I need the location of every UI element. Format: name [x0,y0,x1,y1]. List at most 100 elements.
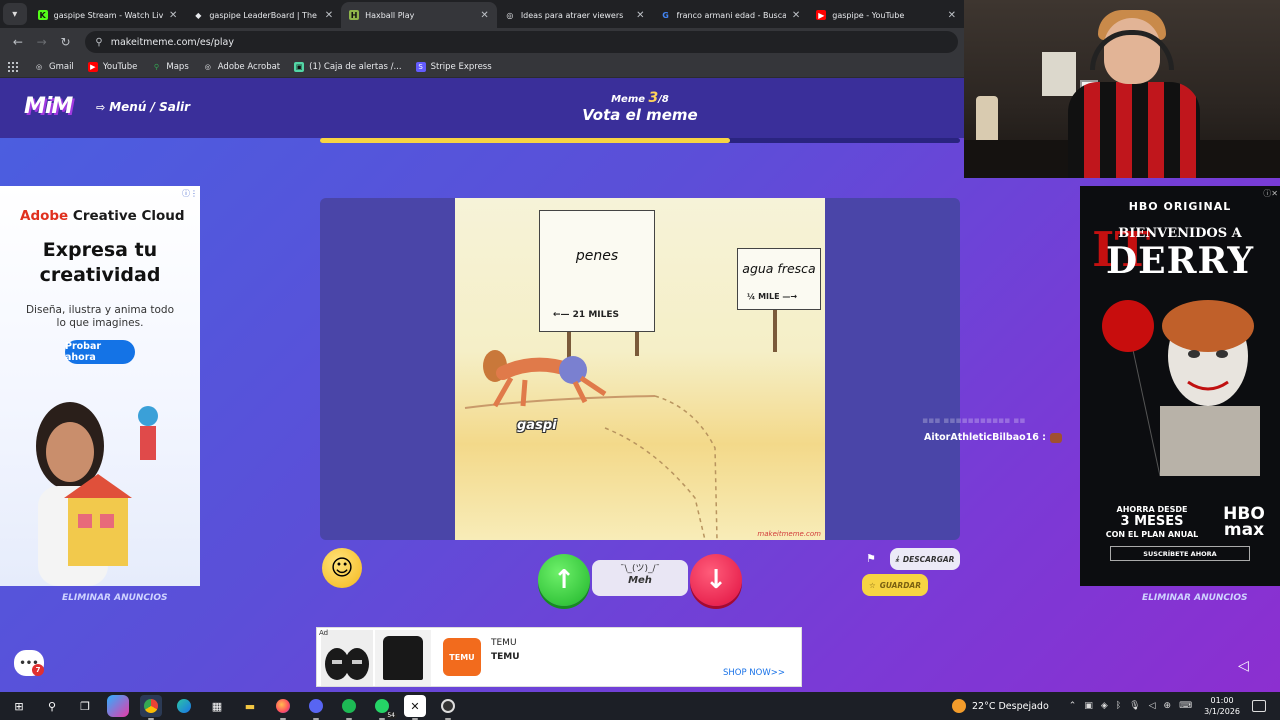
close-icon[interactable]: ✕ [480,10,488,21]
clock[interactable]: 01:00 3/1/2026 [1204,695,1240,717]
ad-choices-icon[interactable]: ⓘ⋮ [182,188,198,199]
save-button[interactable]: ☆ GUARDAR [862,574,928,596]
windows-taskbar: ⊞ ⚲ ❐ ▦ ▬ 54 ✕ 22°C Despejado ⌃ ▣ ◈ ᛒ 🎙 … [0,692,1280,720]
ad-subtext: Diseña, ilustra y anima todo lo que imag… [25,304,175,329]
weather-text[interactable]: 22°C Despejado [972,701,1049,712]
tab-youtube[interactable]: ▶ gaspipe - YouTube ✕ [808,2,964,28]
apps-grid-icon[interactable] [8,61,18,72]
desk-lamp [976,96,998,146]
tab-title: gaspipe Stream - Watch Live on [53,10,163,20]
spotify-icon[interactable] [338,695,360,720]
edge-icon[interactable] [173,695,195,717]
bookmark-stripe[interactable]: S Stripe Express [415,61,492,72]
site-info-icon[interactable]: ⚲ [95,37,102,48]
meme-prefix: Meme [611,94,646,105]
microphone-icon[interactable]: 🎙 [1129,701,1140,711]
edge-logo-icon [177,699,191,713]
temu-banner-ad[interactable]: Ad TEMU TEMU TEMU SHOP NOW>> [316,627,802,687]
address-bar[interactable]: ⚲ makeitmeme.com/es/play [85,31,959,53]
network-icon[interactable]: ⊕ [1164,701,1172,711]
whatsapp-logo-icon [375,699,389,713]
globe-icon: ◎ [506,10,514,20]
forward-arrow-icon[interactable]: → [30,30,54,54]
volume-icon[interactable]: ◁ [1149,701,1156,711]
streamer-webcam [964,0,1280,178]
meme-counter: Meme 3/8 [560,90,720,106]
download-button[interactable]: ⤓ DESCARGAR [890,548,960,570]
downvote-button[interactable]: ↓ [690,554,742,606]
obs-icon[interactable] [437,695,459,720]
tray-app-icon[interactable]: ◈ [1101,701,1108,711]
tab-ideas[interactable]: ◎ Ideas para atraer viewers ✕ [497,2,653,28]
mim-logo[interactable]: MiM [24,94,73,119]
keyboard-icon[interactable]: ⌨ [1179,701,1192,711]
tab-haxball[interactable]: H Haxball Play ✕ [341,2,497,28]
menu-label: Menú / Salir [109,100,191,114]
emoji-reaction-button[interactable]: ☺ [322,548,362,588]
bookmark-youtube[interactable]: ▶ YouTube [87,61,137,72]
chrome-logo-icon [144,699,158,713]
ad-cta-button[interactable]: Probar ahora [65,340,135,364]
tab-google-search[interactable]: G franco armani edad - Buscar con ✕ [653,2,809,28]
tab-search-button[interactable]: ▾ [3,3,27,25]
upvote-button[interactable]: ↑ [538,554,590,606]
back-arrow-icon[interactable]: ← [6,30,30,54]
windows-start-icon[interactable]: ⊞ [8,695,30,717]
weather-icon[interactable] [951,699,966,713]
bookmark-gmail[interactable]: ◎ Gmail [34,62,74,72]
tab-leaderboard[interactable]: ◆ gaspipe LeaderBoard | The best ✕ [185,2,341,28]
remove-ads-left-link[interactable]: ELIMINAR ANUNCIOS [62,593,168,603]
firefox-icon[interactable] [272,695,294,720]
adobe-ad[interactable]: ⓘ⋮ Adobe Creative Cloud Expresa tu creat… [0,186,200,586]
close-icon[interactable]: ✕ [636,10,644,21]
meme-caption: gaspi [517,418,557,433]
store-icon[interactable]: ▦ [206,695,228,717]
obs-logo-icon [441,699,455,713]
download-label: DESCARGAR [902,554,955,564]
bookmark-maps[interactable]: ⚲ Maps [151,61,189,72]
discord-icon[interactable] [305,695,327,720]
bookmark-label: Gmail [49,61,74,72]
ad-brand: Adobe Creative Cloud [20,208,185,224]
report-flag-icon[interactable]: ⚑ [866,552,876,565]
clock-time: 01:00 [1210,696,1234,705]
vote-timer-fill [320,138,730,143]
ad-derry: DERRY [1105,240,1255,282]
bookmark-acrobat[interactable]: ◎ Adobe Acrobat [203,62,280,72]
task-view-icon[interactable]: ❐ [74,695,96,717]
close-icon[interactable]: ✕ [792,10,800,21]
chevron-up-icon[interactable]: ⌃ [1069,701,1077,711]
google-icon: G [662,10,669,20]
ad-choices-icon[interactable]: ⓘ✕ [1263,188,1278,199]
ad-label: Ad [319,629,329,637]
chat-ghost-line: ▪▪▪ ▪▪▪▪▪▪▪▪▪▪▪ ▪▪ [922,416,1026,426]
shop-now-link[interactable]: SHOP NOW>> [723,668,785,678]
notification-icon[interactable] [1252,700,1266,712]
capcut-icon[interactable]: ✕ [404,695,426,720]
chat-unread-badge: 7 [32,664,44,676]
reload-icon[interactable]: ↻ [54,30,78,54]
mute-speaker-icon[interactable]: ◁ [1238,658,1249,674]
ad-subscribe-button[interactable]: SUSCRÍBETE AHORA [1110,546,1250,561]
copilot-icon[interactable] [107,695,129,717]
bookmark-alerts[interactable]: ▣ (1) Caja de alertas /... [294,61,402,72]
bookmark-label: (1) Caja de alertas /... [309,61,402,72]
remove-ads-right-link[interactable]: ELIMINAR ANUNCIOS [1142,593,1248,603]
wall-board [1042,52,1076,96]
close-icon[interactable]: ✕ [325,10,333,21]
tray-app-icon[interactable]: ▣ [1084,701,1093,711]
close-icon[interactable]: ✕ [948,10,956,21]
menu-exit-button[interactable]: ⇨ Menú / Salir [96,100,190,114]
whatsapp-icon[interactable]: 54 [371,695,397,720]
file-explorer-icon[interactable]: ▬ [239,695,261,717]
tab-kick[interactable]: K gaspipe Stream - Watch Live on ✕ [30,2,186,28]
hbo-max-ad[interactable]: ⓘ✕ HBO ORIGINAL IT BIENVENIDOS A DERRY A… [1080,186,1280,586]
ad-offer-big: 3 MESES [1120,514,1184,529]
bluetooth-icon[interactable]: ᛒ [1116,701,1121,711]
ad-brand-red: Adobe [20,208,69,224]
search-icon[interactable]: ⚲ [41,695,63,717]
stripe-icon: S [415,61,426,72]
close-icon[interactable]: ✕ [169,10,177,21]
chrome-icon[interactable] [140,695,162,720]
bookmark-label: Maps [166,61,189,72]
